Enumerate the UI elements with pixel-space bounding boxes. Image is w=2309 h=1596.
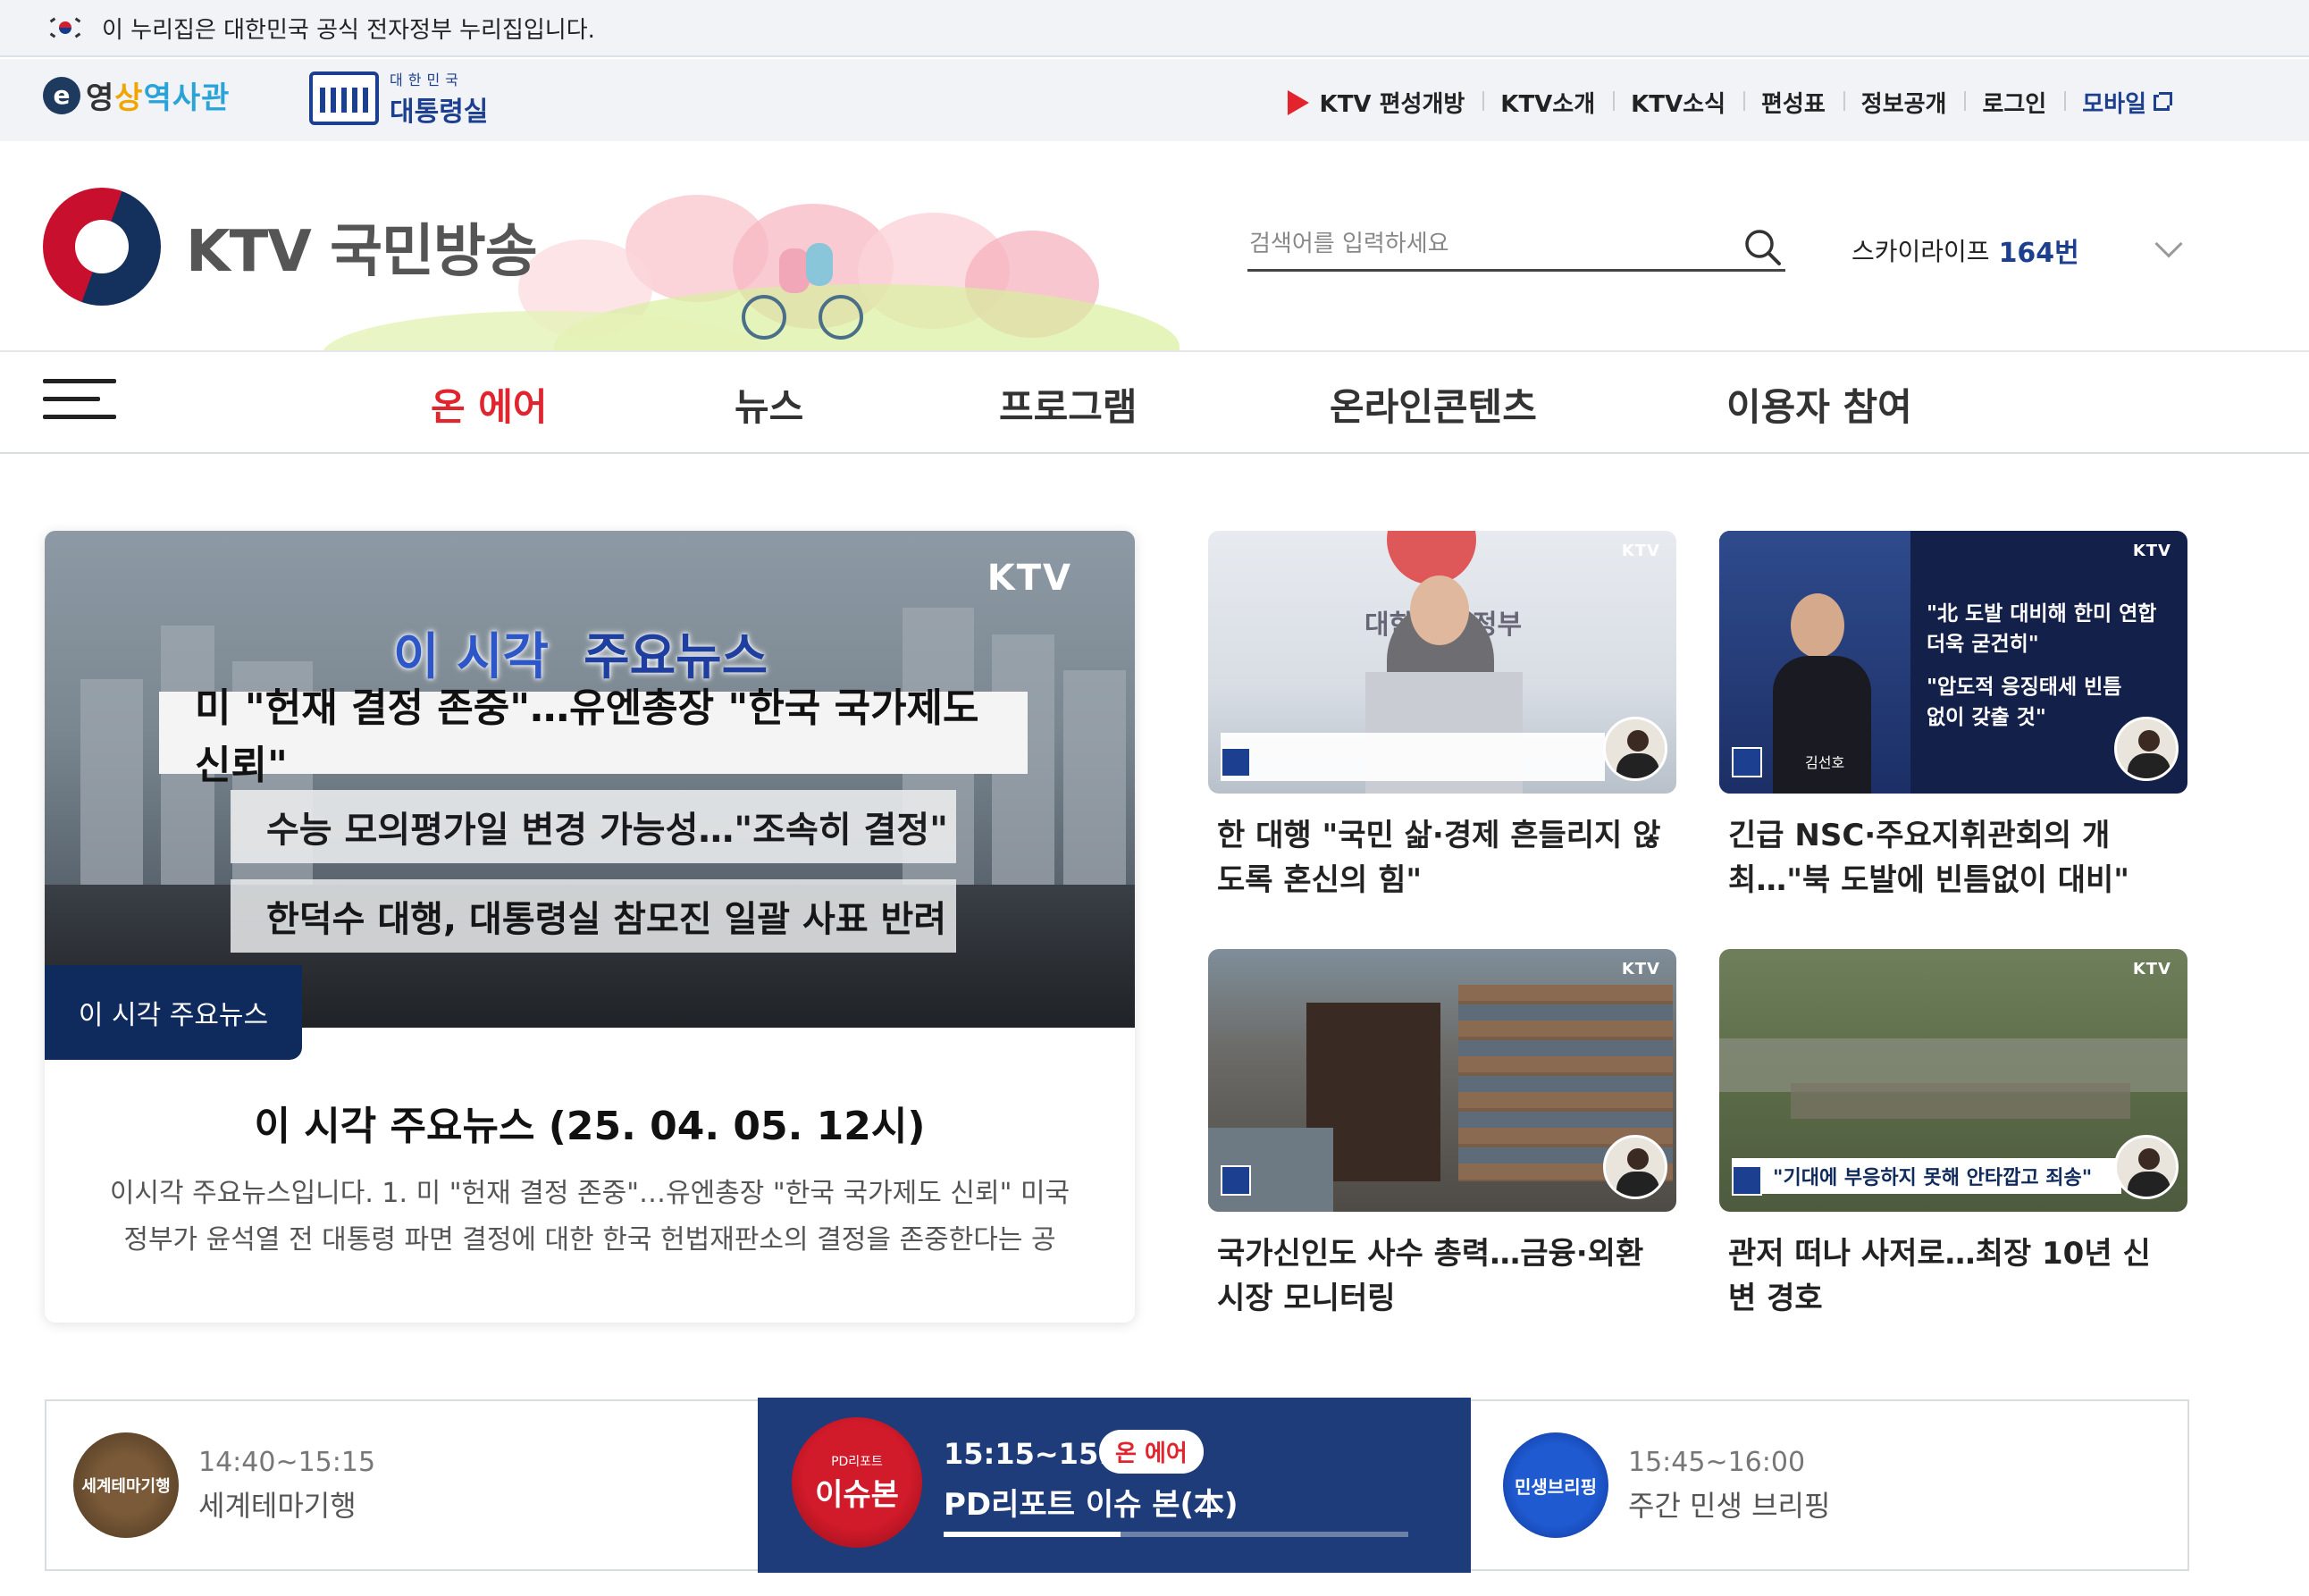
news-title[interactable]: 관저 떠나 사저로…최장 10년 신변 경호 <box>1719 1231 2187 1321</box>
news-card[interactable]: "北 도발 대비해 한미 연합 더욱 굳건히" "압도적 응징태세 빈틈없이 갖… <box>1719 531 2187 903</box>
image-headline: 한덕수 대행, 대통령실 참모진 일괄 사표 반려 <box>231 879 956 953</box>
utility-links: KTV 편성개방 KTV소개 KTV소식 편성표 정보공개 로그인 모바일 <box>1270 86 2187 119</box>
program-thumbnail: 세계테마기행 <box>73 1432 179 1538</box>
featured-news-card[interactable]: KTV 이 시각 주요뉴스 미 "헌재 결정 존중"…유엔총장 "한국 국가제도… <box>45 531 1135 1323</box>
e-logo-icon: e <box>43 76 80 114</box>
program-thumbnail: 민생브리핑 <box>1503 1432 1608 1538</box>
util-link-mobile[interactable]: 모바일 <box>2064 86 2187 119</box>
search-icon[interactable] <box>1742 227 1782 266</box>
gov-banner-text: 이 누리집은 대한민국 공식 전자정부 누리집입니다. <box>102 16 595 44</box>
program-thumbnail: PD리포트 이슈본 <box>792 1417 922 1548</box>
schedule-item-current[interactable]: PD리포트 이슈본 15:15~15:45 온 에어 PD리포트 이슈 본(本) <box>758 1398 1471 1573</box>
schedule-title: PD리포트 이슈 본(本) <box>944 1487 1238 1523</box>
presidential-emblem-icon <box>309 71 379 125</box>
chevron-down-icon[interactable] <box>2154 230 2183 258</box>
schedule-title: 주간 민생 브리핑 <box>1628 1488 1831 1523</box>
utility-bar: e 영상역사관 대한민국 대통령실 KTV 편성개방 KTV소개 KTV소식 편… <box>0 59 2309 141</box>
presidential-office-logo[interactable]: 대한민국 대통령실 <box>309 68 488 129</box>
image-headline: 미 "헌재 결정 존중"…유엔총장 "한국 국가제도 신뢰" <box>159 685 1028 788</box>
gov-banner: 이 누리집은 대한민국 공식 전자정부 누리집입니다. <box>0 0 2309 57</box>
korean-flag-icon <box>49 17 81 38</box>
image-headline: 수능 모의평가일 변경 가능성…"조속히 결정" <box>231 790 956 863</box>
site-header: KTV 국민방송 스카이라이프 164번 <box>0 141 2309 352</box>
main-nav: 온 에어 뉴스 프로그램 온라인콘텐츠 이용자 참여 <box>0 354 2309 454</box>
video-history-logo[interactable]: e 영상역사관 <box>43 73 230 117</box>
featured-badge: 이 시각 주요뉴스 <box>45 965 302 1060</box>
nav-item-programs[interactable]: 프로그램 <box>999 377 1138 432</box>
news-card[interactable]: 대한민국 정부 KTV 한 대행 "국민 삶·경제 흔들리지 않도록 혼신의 힘… <box>1208 531 1676 903</box>
play-icon <box>1287 89 1309 115</box>
sign-language-interpreter-icon <box>2114 717 2179 781</box>
news-title[interactable]: 국가신인도 사수 총력…금융·외환시장 모니터링 <box>1208 1231 1676 1321</box>
util-link-disclosure[interactable]: 정보공개 <box>1843 86 1965 119</box>
util-link-schedule[interactable]: 편성표 <box>1743 86 1843 119</box>
featured-thumbnail[interactable]: KTV 이 시각 주요뉴스 미 "헌재 결정 존중"…유엔총장 "한국 국가제도… <box>45 531 1135 1028</box>
channel-selector[interactable]: 스카이라이프 164번 <box>1851 231 2079 270</box>
taegeuk-logo-icon <box>43 188 161 306</box>
ktv-logo[interactable]: KTV 국민방송 <box>43 188 538 306</box>
schedule-title: 세계테마기행 <box>198 1488 357 1523</box>
schedule-item-next[interactable]: 민생브리핑 15:45~16:00 주간 민생 브리핑 <box>1503 1401 1830 1569</box>
sign-language-interpreter-icon <box>1603 717 1667 781</box>
sign-language-interpreter-icon <box>2114 1135 2179 1199</box>
search-input[interactable] <box>1247 230 1730 257</box>
util-link-about[interactable]: KTV소개 <box>1482 86 1613 119</box>
news-card[interactable]: KTV 국가신인도 사수 총력…금융·외환시장 모니터링 <box>1208 949 1676 1321</box>
ktv-watermark: KTV <box>987 558 1072 599</box>
nav-item-onair[interactable]: 온 에어 <box>431 377 548 432</box>
external-link-icon <box>2154 91 2172 111</box>
util-link-news[interactable]: KTV소식 <box>1613 86 1743 119</box>
sign-language-interpreter-icon <box>1603 1135 1667 1199</box>
news-title[interactable]: 한 대행 "국민 삶·경제 흔들리지 않도록 혼신의 힘" <box>1208 813 1676 903</box>
schedule-time: 14:40~15:15 <box>198 1446 376 1478</box>
news-thumbnail[interactable]: 대한민국 정부 KTV <box>1208 531 1676 794</box>
featured-title[interactable]: 이 시각 주요뉴스 (25. 04. 05. 12시) <box>45 1094 1135 1151</box>
nav-item-online-content[interactable]: 온라인콘텐츠 <box>1330 377 1537 432</box>
featured-description: 이시각 주요뉴스입니다. 1. 미 "헌재 결정 존중"…유엔총장 "한국 국가… <box>109 1178 1071 1256</box>
schedule-item-prev[interactable]: 세계테마기행 14:40~15:15 세계테마기행 <box>73 1401 375 1569</box>
news-title[interactable]: 긴급 NSC·주요지휘관회의 개최…"북 도발에 빈틈없이 대비" <box>1719 813 2187 903</box>
nav-item-participation[interactable]: 이용자 참여 <box>1726 377 1912 432</box>
util-link-open-schedule[interactable]: KTV 편성개방 <box>1270 86 1483 119</box>
progress-bar <box>944 1532 1408 1537</box>
schedule-time: 15:45~16:00 <box>1628 1446 1806 1478</box>
search-box <box>1247 218 1785 272</box>
util-link-login[interactable]: 로그인 <box>1964 86 2064 119</box>
nav-item-news[interactable]: 뉴스 <box>735 377 803 432</box>
news-thumbnail[interactable]: "기대에 부응하지 못해 안타깝고 죄송" KTV <box>1719 949 2187 1212</box>
progress-fill <box>944 1532 1121 1537</box>
onair-badge: 온 에어 <box>1099 1430 1204 1474</box>
news-card[interactable]: "기대에 부응하지 못해 안타깝고 죄송" KTV 관저 떠나 사저로…최장 1… <box>1719 949 2187 1321</box>
news-thumbnail[interactable]: KTV <box>1208 949 1676 1212</box>
news-thumbnail[interactable]: "北 도발 대비해 한미 연합 더욱 굳건히" "압도적 응징태세 빈틈없이 갖… <box>1719 531 2187 794</box>
